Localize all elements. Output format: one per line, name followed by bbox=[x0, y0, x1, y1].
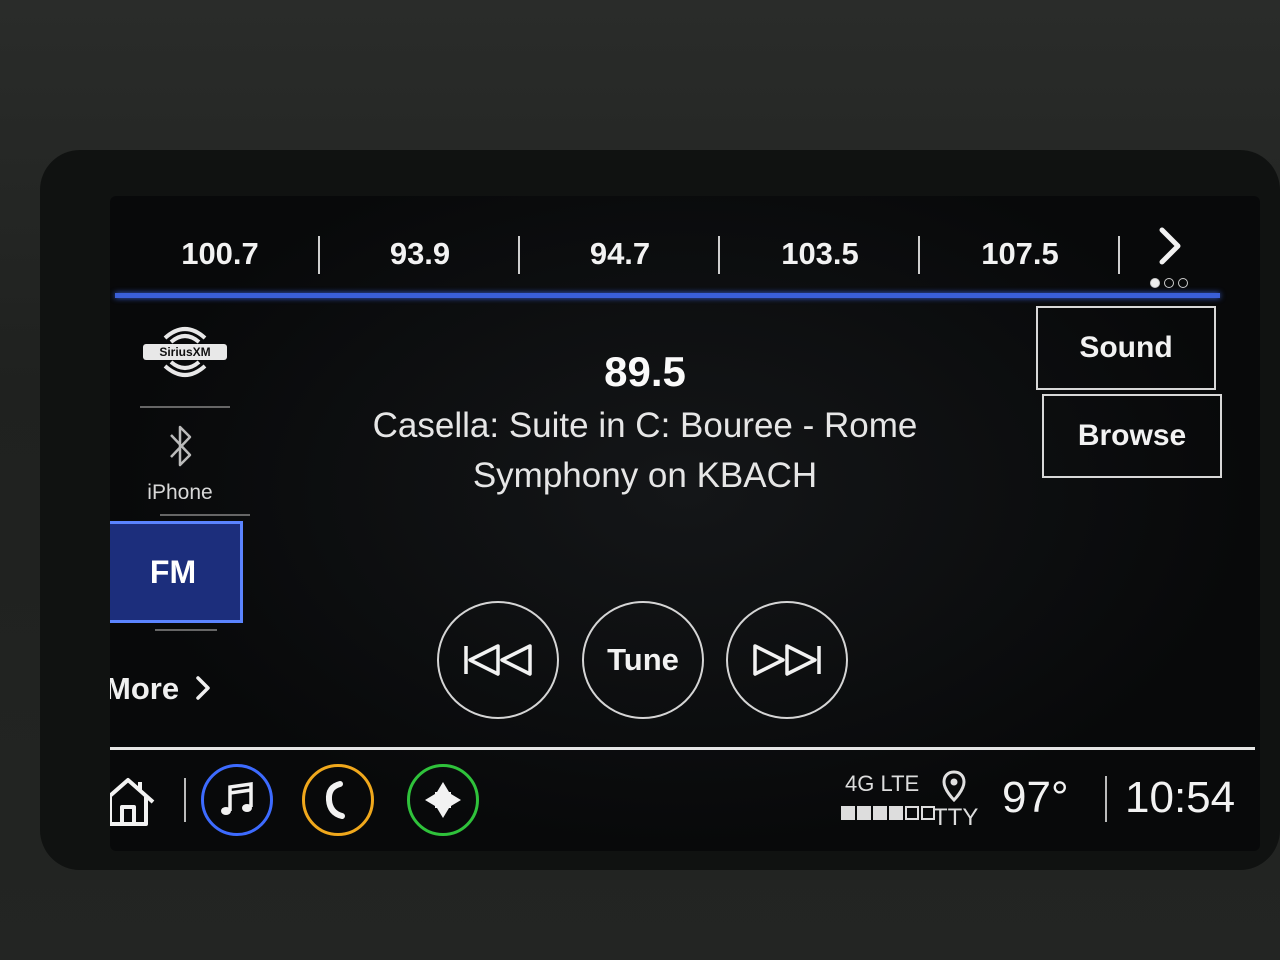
preset-underline bbox=[115, 293, 1220, 298]
siriusxm-logo-icon[interactable]: SiriusXM bbox=[140, 318, 230, 388]
signal-bar bbox=[905, 806, 919, 820]
song-info-line-1: Casella: Suite in C: Bouree - Rome bbox=[372, 406, 918, 445]
signal-bar bbox=[873, 806, 887, 820]
current-frequency: 89.5 bbox=[604, 348, 686, 395]
tune-label: Tune bbox=[607, 642, 679, 677]
signal-bar bbox=[889, 806, 903, 820]
phone-icon bbox=[325, 781, 345, 819]
skip-forward-icon bbox=[753, 644, 821, 676]
page-dot bbox=[1150, 278, 1160, 288]
phone-app-button[interactable] bbox=[302, 764, 374, 836]
navigation-app-button[interactable] bbox=[407, 764, 479, 836]
bluetooth-device-label[interactable]: iPhone bbox=[125, 481, 235, 505]
browse-button[interactable]: Browse bbox=[1042, 394, 1222, 478]
network-type: 4G LTE bbox=[845, 771, 920, 796]
preset-divider bbox=[1118, 236, 1120, 274]
page-dot bbox=[1178, 278, 1188, 288]
home-icon[interactable] bbox=[110, 776, 156, 828]
more-label: More bbox=[110, 671, 180, 706]
bottom-bar-divider bbox=[110, 747, 1255, 750]
chevron-right-icon bbox=[195, 676, 210, 700]
skip-back-icon bbox=[464, 644, 532, 676]
siriusxm-logo-text: SiriusXM bbox=[159, 345, 210, 359]
song-info-line-2: Symphony on KBACH bbox=[472, 456, 818, 495]
signal-bar bbox=[857, 806, 871, 820]
seek-forward-button[interactable] bbox=[726, 601, 848, 719]
preset-2[interactable]: 93.9 bbox=[320, 224, 520, 284]
seek-back-button[interactable] bbox=[437, 601, 559, 719]
source-divider bbox=[155, 629, 217, 631]
preset-4[interactable]: 103.5 bbox=[720, 224, 920, 284]
bottom-bar-separator bbox=[184, 778, 186, 822]
preset-bar: 100.7 93.9 94.7 103.5 107.5 bbox=[110, 224, 1120, 284]
bluetooth-icon[interactable] bbox=[168, 421, 194, 471]
outside-temperature: 97° bbox=[1002, 773, 1069, 822]
sound-button[interactable]: Sound bbox=[1036, 306, 1216, 390]
preset-5[interactable]: 107.5 bbox=[920, 224, 1120, 284]
source-divider bbox=[160, 514, 250, 516]
preset-page-indicator bbox=[1150, 278, 1188, 288]
infotainment-screen: 100.7 93.9 94.7 103.5 107.5 SiriusXM iPh… bbox=[110, 196, 1260, 851]
tty-indicator: TTY bbox=[933, 804, 979, 831]
song-info: Casella: Suite in C: Bouree - Rome Symph… bbox=[315, 401, 975, 501]
source-divider bbox=[140, 406, 230, 408]
signal-bar bbox=[841, 806, 855, 820]
status-separator bbox=[1105, 776, 1107, 822]
music-note-icon bbox=[221, 781, 253, 815]
fm-source-button[interactable]: FM bbox=[110, 521, 243, 623]
clock: 10:54 bbox=[1125, 773, 1236, 822]
compass-arrows-icon bbox=[425, 782, 461, 818]
chevron-right-icon[interactable] bbox=[1154, 226, 1184, 266]
preset-1[interactable]: 100.7 bbox=[120, 224, 320, 284]
tune-button[interactable]: Tune bbox=[582, 601, 704, 719]
location-pin-icon bbox=[942, 770, 966, 802]
page-dot bbox=[1164, 278, 1174, 288]
signal-strength-icon bbox=[841, 806, 935, 820]
preset-3[interactable]: 94.7 bbox=[520, 224, 720, 284]
audio-app-button[interactable] bbox=[201, 764, 273, 836]
more-sources-button[interactable]: More bbox=[110, 671, 212, 707]
